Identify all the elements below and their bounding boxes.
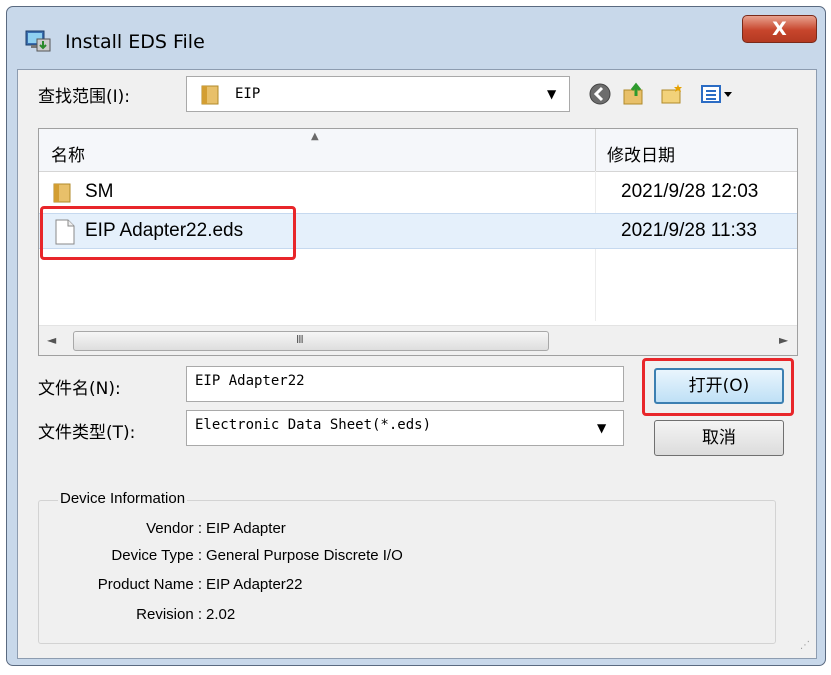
look-in-value: EIP: [235, 86, 261, 102]
device-type-label: Device Type :: [111, 547, 202, 564]
close-icon: X: [772, 18, 787, 40]
chevron-down-icon[interactable]: ▼: [597, 421, 606, 435]
revision-label: Revision :: [136, 606, 202, 623]
list-header: ▲ 名称 修改日期: [39, 129, 797, 172]
chevron-down-icon[interactable]: ▼: [547, 87, 556, 101]
horizontal-scrollbar[interactable]: ◄ III ►: [39, 325, 797, 355]
resize-grip-icon[interactable]: ⋰: [800, 640, 810, 651]
new-folder-icon[interactable]: [660, 82, 684, 106]
folder-icon: [201, 85, 219, 105]
sort-ascending-icon: ▲: [311, 131, 319, 142]
revision-value: 2.02: [206, 606, 236, 623]
cancel-button[interactable]: 取消: [654, 420, 784, 456]
filetype-value: Electronic Data Sheet(*.eds): [195, 417, 432, 433]
filetype-label: 文件类型(T):: [38, 423, 136, 443]
scroll-left-icon[interactable]: ◄: [47, 333, 56, 347]
view-menu-icon[interactable]: [700, 82, 736, 106]
highlight-open-button: [642, 358, 794, 416]
highlight-selected-file: [40, 206, 296, 260]
scroll-thumb[interactable]: III: [73, 331, 549, 351]
cancel-button-label: 取消: [702, 428, 736, 448]
install-app-icon: [25, 30, 51, 52]
scroll-right-icon[interactable]: ►: [779, 333, 788, 347]
filename-input[interactable]: EIP Adapter22: [186, 366, 624, 402]
filename-value: EIP Adapter22: [195, 373, 305, 389]
column-header-date[interactable]: 修改日期: [607, 141, 675, 166]
window-title: Install EDS File: [65, 31, 205, 53]
filetype-combo[interactable]: Electronic Data Sheet(*.eds) ▼: [186, 410, 624, 446]
file-date: 2021/9/28 12:03: [621, 181, 759, 202]
up-folder-icon[interactable]: [622, 82, 646, 106]
back-icon[interactable]: [588, 82, 612, 106]
column-divider[interactable]: [595, 129, 596, 171]
folder-icon: [53, 183, 71, 203]
column-header-name[interactable]: 名称: [51, 141, 85, 166]
device-information-title: Device Information: [58, 490, 188, 507]
vendor-value: EIP Adapter: [206, 520, 286, 537]
look-in-combo[interactable]: EIP ▼: [186, 76, 570, 112]
filename-label: 文件名(N):: [38, 379, 121, 399]
product-name-label: Product Name :: [97, 576, 202, 593]
file-name: SM: [85, 181, 114, 202]
look-in-label: 查找范围(I):: [38, 87, 131, 107]
device-type-value: General Purpose Discrete I/O: [206, 547, 403, 564]
vendor-label: Vendor :: [146, 520, 202, 537]
product-name-value: EIP Adapter22: [206, 576, 303, 593]
file-date: 2021/9/28 11:33: [621, 220, 757, 241]
title-bar[interactable]: Install EDS File X: [7, 7, 825, 73]
close-button[interactable]: X: [742, 15, 817, 43]
scroll-thumb-grip: III: [296, 333, 304, 346]
